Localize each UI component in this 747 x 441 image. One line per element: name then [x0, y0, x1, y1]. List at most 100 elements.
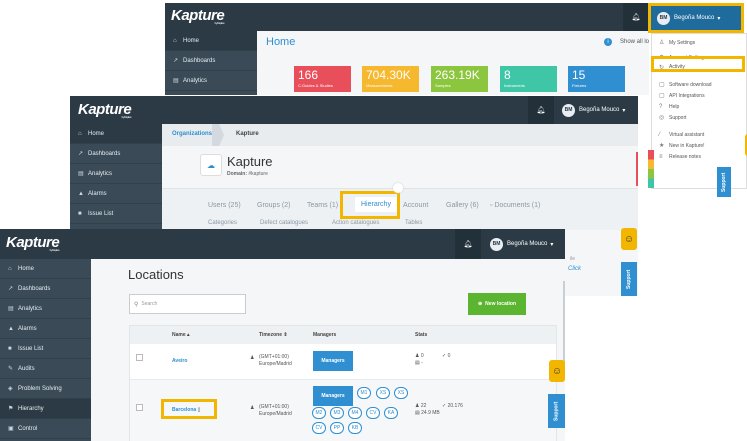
highlight-barcelona	[161, 399, 217, 419]
subtab-action-catalogues[interactable]: Action catalogues	[332, 220, 379, 226]
help-icon: ?	[659, 103, 663, 110]
menu-item-my-settings[interactable]: ♙ My Settings	[652, 37, 746, 48]
tile-samples[interactable]: 263.19K Samples	[431, 66, 488, 92]
tile-measurements[interactable]: 704.30K Measurements	[362, 66, 419, 92]
manager-pill[interactable]: XS	[376, 387, 390, 399]
manager-pill[interactable]: CV	[366, 407, 380, 419]
download-icon: ▢	[659, 82, 665, 88]
manager-pill[interactable]: CV	[312, 422, 326, 434]
show-all-link[interactable]: Show all lo	[620, 39, 649, 45]
support-tab[interactable]: Support	[548, 394, 565, 428]
colored-strip	[648, 150, 654, 188]
menu-item-help[interactable]: ? Help	[652, 101, 746, 112]
tile-value: 8	[504, 68, 511, 82]
click-link[interactable]: Click	[568, 266, 581, 272]
sidebar-item-hierarchy[interactable]: ⚑ Hierarchy	[0, 399, 91, 419]
tile-value: 166	[298, 68, 319, 82]
sidebar-item-alarms[interactable]: ▲ Alarms	[0, 319, 91, 339]
sidebar-item-dashboards[interactable]: ↗ Dashboards	[165, 51, 257, 71]
manager-pill[interactable]: M2	[312, 407, 326, 419]
kapture-logo[interactable]: Kapture by Kapture	[171, 7, 225, 25]
tab-groups[interactable]: Groups (2)	[257, 202, 290, 209]
breadcrumb: Organizations Kapture	[162, 124, 638, 146]
table-header	[130, 326, 556, 344]
tab-teams[interactable]: Teams (1)	[307, 202, 338, 209]
bell-icon[interactable]: 🔔︎	[455, 229, 481, 259]
subtab-defect-catalogues[interactable]: Defect catalogues	[260, 220, 308, 226]
sidebar-item-analytics[interactable]: ▤ Analytics	[70, 164, 162, 184]
menu-item-label: Support	[669, 114, 687, 121]
issue-icon: ■	[8, 345, 12, 352]
user-menu-button[interactable]: BM Begoña Mouco ▾	[556, 96, 638, 124]
sidebar-item-analytics[interactable]: ▤ Analytics	[165, 71, 257, 91]
analytics-icon: ▤	[173, 78, 179, 84]
manager-pill[interactable]: XS	[394, 387, 408, 399]
menu-item-api-integrations[interactable]: ▢ API Integrations	[652, 90, 746, 101]
manager-pill[interactable]: M1	[357, 387, 371, 399]
bell-icon[interactable]: 🔔︎	[528, 96, 554, 124]
managers-button[interactable]: Managers	[313, 386, 353, 406]
analytics-icon: ▤	[78, 171, 84, 177]
sidebar-item-home[interactable]: ⌂ Home	[0, 259, 91, 279]
manager-pill[interactable]: M4	[348, 407, 362, 419]
subtab-tables[interactable]: Tables	[405, 220, 422, 226]
stat-value: 24.9 MB	[421, 410, 440, 416]
sidebar-item-audits[interactable]: ✎ Audits	[0, 359, 91, 379]
breadcrumb-organizations[interactable]: Organizations	[172, 131, 212, 137]
tab-documents[interactable]: ▫ Documents (1)	[490, 202, 540, 209]
sidebar-item-dashboards[interactable]: ↗ Dashboards	[0, 279, 91, 299]
avatar: BM	[490, 237, 503, 251]
tab-users[interactable]: Users (25)	[208, 202, 241, 209]
column-name[interactable]: Name ▴	[172, 332, 190, 338]
menu-item-virtual-assistant[interactable]: ⁄ Virtual assistant	[652, 129, 746, 140]
sidebar-item-label: Alarms	[18, 325, 37, 332]
row-checkbox[interactable]	[136, 354, 143, 361]
subtab-categories[interactable]: Categories	[208, 220, 237, 226]
sidebar-item-alarms[interactable]: ▲ Alarms	[70, 184, 162, 204]
tab-account[interactable]: Account	[403, 202, 428, 209]
sidebar-item-issue-list[interactable]: ■ Issue List	[0, 339, 91, 359]
user-name: Begoña Mouco	[579, 107, 620, 113]
support-tab[interactable]: Support	[621, 262, 637, 296]
sidebar-item-problem-solving[interactable]: ◈ Problem Solving	[0, 379, 91, 399]
row-checkbox[interactable]	[136, 404, 143, 411]
sidebar-item-home[interactable]: ⌂ Home	[165, 31, 257, 51]
kapture-logo[interactable]: Kapture by Kapture	[78, 101, 132, 119]
scrollbar[interactable]	[563, 281, 565, 371]
audit-icon: ✎	[8, 366, 14, 372]
tile-fixtures[interactable]: 15 Fixtures	[568, 66, 625, 92]
menu-item-support[interactable]: ◎ Support	[652, 112, 746, 123]
feedback-smiley-icon[interactable]: ☺	[621, 228, 637, 250]
sidebar-item-control[interactable]: ▣ Control	[0, 419, 91, 439]
sidebar-item-issue-list[interactable]: ■ Issue List	[70, 204, 162, 224]
sidebar-item-home[interactable]: ⌂ Home	[70, 124, 162, 144]
sidebar-item-analytics[interactable]: ▤ Analytics	[0, 299, 91, 319]
feedback-smiley-icon[interactable]: ☺	[549, 360, 565, 382]
menu-item-new-in-kapture[interactable]: ★ New in Kapture!	[652, 140, 746, 151]
sidebar-item-label: Dashboards	[183, 57, 216, 64]
manager-pill[interactable]: KA	[384, 407, 398, 419]
support-icon: ◎	[659, 115, 665, 121]
column-stats: Stats	[415, 332, 428, 338]
tile-instruments[interactable]: 8 Instruments	[500, 66, 557, 92]
new-location-button[interactable]: ⊕ New location	[468, 293, 526, 315]
support-tab[interactable]: Support	[717, 167, 731, 197]
sidebar-item-dashboards[interactable]: ↗ Dashboards	[70, 144, 162, 164]
tile-studies[interactable]: 166 C.Guides & Studies	[294, 66, 351, 92]
location-name-link[interactable]: Aveiro	[172, 358, 187, 365]
managers-button[interactable]: Managers	[313, 351, 353, 371]
manager-pill[interactable]: M3	[330, 407, 344, 419]
bell-icon[interactable]: 🔔︎	[623, 3, 649, 31]
search-input[interactable]: ⚲ Search	[129, 294, 246, 314]
menu-item-release-notes[interactable]: ≡ Release notes	[652, 151, 746, 162]
column-timezone[interactable]: Timezone ⇕	[259, 332, 288, 338]
timezone-icon: ♟	[250, 405, 255, 411]
user-menu-button[interactable]: BM Begoña Mouco ▾	[484, 229, 565, 259]
menu-item-label: New in Kapture!	[669, 142, 705, 149]
manager-pill[interactable]: KB	[348, 422, 362, 434]
tab-gallery[interactable]: Gallery (6)	[446, 202, 479, 209]
menu-item-software-download[interactable]: ▢ Software download	[652, 79, 746, 90]
manager-pill[interactable]: PP	[330, 422, 344, 434]
kapture-logo[interactable]: Kapture by Kapture	[6, 234, 60, 252]
info-icon[interactable]: i	[604, 38, 612, 46]
